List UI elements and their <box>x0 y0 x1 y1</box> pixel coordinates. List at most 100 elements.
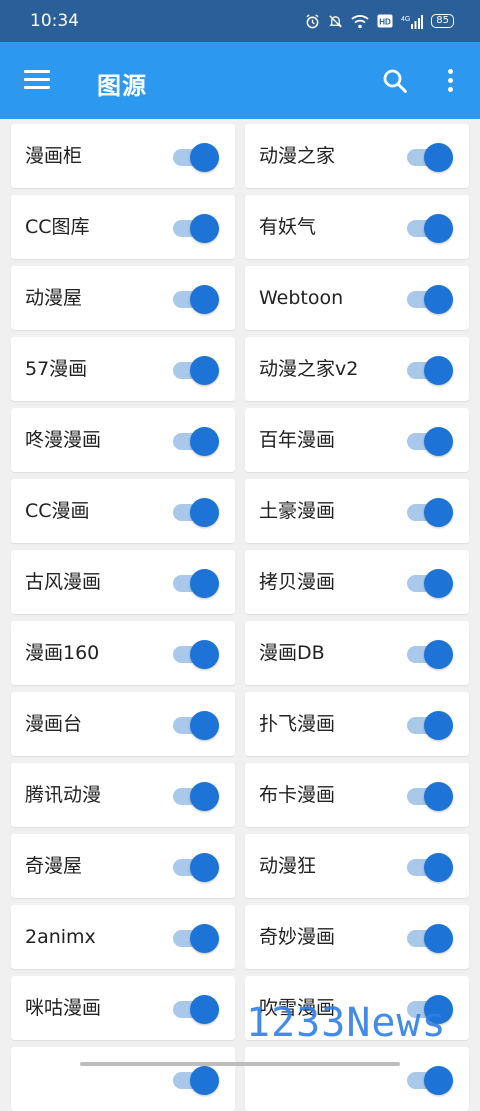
source-label: 咪咕漫画 <box>25 997 102 1019</box>
source-label: 咚漫漫画 <box>25 429 102 451</box>
toggle-thumb <box>424 498 453 527</box>
source-toggle[interactable] <box>173 142 219 172</box>
source-card[interactable]: 布卡漫画 <box>245 763 469 827</box>
source-card[interactable]: 有妖气 <box>245 195 469 259</box>
source-label: 拷贝漫画 <box>259 571 336 593</box>
source-label: 古风漫画 <box>25 571 102 593</box>
source-card[interactable]: 土豪漫画 <box>245 479 469 543</box>
source-grid: 漫画柜 动漫之家 CC图库 有妖气 动漫屋 Webtoon 57漫画 动漫之家v2 咚漫漫画 百年… <box>11 124 469 1111</box>
source-card[interactable]: 57漫画 <box>11 337 235 401</box>
toggle-thumb <box>190 143 219 172</box>
source-toggle[interactable] <box>407 497 453 527</box>
source-card[interactable] <box>245 1047 469 1111</box>
source-toggle[interactable] <box>407 213 453 243</box>
toggle-thumb <box>190 356 219 385</box>
source-card[interactable]: 古风漫画 <box>11 550 235 614</box>
hd-icon: HD <box>377 14 393 28</box>
source-toggle[interactable] <box>173 355 219 385</box>
source-toggle[interactable] <box>407 781 453 811</box>
source-toggle[interactable] <box>173 426 219 456</box>
source-toggle[interactable] <box>173 497 219 527</box>
source-card[interactable]: 咚漫漫画 <box>11 408 235 472</box>
source-toggle[interactable] <box>407 568 453 598</box>
source-card[interactable]: 动漫之家v2 <box>245 337 469 401</box>
toggle-thumb <box>190 995 219 1024</box>
toggle-thumb <box>190 924 219 953</box>
source-toggle[interactable] <box>407 923 453 953</box>
source-card[interactable]: 动漫狂 <box>245 834 469 898</box>
mute-icon <box>329 14 343 28</box>
source-label: 动漫狂 <box>259 855 317 877</box>
source-card[interactable]: 2animx <box>11 905 235 969</box>
wifi-icon <box>351 14 369 28</box>
source-card[interactable]: 漫画台 <box>11 692 235 756</box>
toggle-thumb <box>190 569 219 598</box>
source-toggle[interactable] <box>407 142 453 172</box>
source-label: 漫画DB <box>259 642 325 664</box>
status-bar: 10:34 HD 4G 85 <box>0 0 480 42</box>
source-toggle[interactable] <box>407 852 453 882</box>
toggle-thumb <box>424 427 453 456</box>
source-card[interactable]: 腾讯动漫 <box>11 763 235 827</box>
source-toggle[interactable] <box>173 994 219 1024</box>
page-title: 图源 <box>97 72 147 100</box>
source-toggle[interactable] <box>173 781 219 811</box>
source-card[interactable]: 动漫之家 <box>245 124 469 188</box>
source-card[interactable]: 漫画160 <box>11 621 235 685</box>
status-time: 10:34 <box>30 11 79 31</box>
more-vert-icon[interactable] <box>440 68 460 94</box>
toggle-thumb <box>190 427 219 456</box>
source-toggle[interactable] <box>407 426 453 456</box>
source-label: 2animx <box>25 926 96 948</box>
svg-text:4G: 4G <box>401 16 410 23</box>
source-toggle[interactable] <box>173 568 219 598</box>
alarm-icon <box>306 13 319 28</box>
toggle-thumb <box>424 356 453 385</box>
source-label: CC漫画 <box>25 500 90 522</box>
source-card[interactable]: 奇漫屋 <box>11 834 235 898</box>
source-label: 57漫画 <box>25 358 88 380</box>
source-toggle[interactable] <box>407 284 453 314</box>
source-label: 布卡漫画 <box>259 784 336 806</box>
source-card[interactable]: 奇妙漫画 <box>245 905 469 969</box>
source-card[interactable]: 拷贝漫画 <box>245 550 469 614</box>
home-indicator[interactable] <box>80 1062 400 1066</box>
source-label: 百年漫画 <box>259 429 336 451</box>
source-toggle[interactable] <box>407 355 453 385</box>
source-card[interactable]: CC漫画 <box>11 479 235 543</box>
toggle-thumb <box>190 782 219 811</box>
source-toggle[interactable] <box>173 284 219 314</box>
source-label: 腾讯动漫 <box>25 784 102 806</box>
source-card[interactable]: Webtoon <box>245 266 469 330</box>
toggle-thumb <box>190 285 219 314</box>
source-toggle[interactable] <box>173 710 219 740</box>
toggle-thumb <box>190 498 219 527</box>
source-toggle[interactable] <box>173 923 219 953</box>
source-toggle[interactable] <box>173 213 219 243</box>
menu-icon[interactable] <box>24 70 50 90</box>
status-icons: HD 4G 85 <box>305 13 454 29</box>
source-toggle[interactable] <box>407 1065 453 1095</box>
source-card[interactable]: 漫画DB <box>245 621 469 685</box>
source-card[interactable]: 扑飞漫画 <box>245 692 469 756</box>
svg-text:HD: HD <box>379 18 391 27</box>
toggle-thumb <box>190 1066 219 1095</box>
source-toggle[interactable] <box>173 639 219 669</box>
search-icon[interactable] <box>382 68 408 94</box>
source-card[interactable]: 动漫屋 <box>11 266 235 330</box>
source-label: 动漫之家 <box>259 145 336 167</box>
source-label: 奇漫屋 <box>25 855 83 877</box>
source-card[interactable]: CC图库 <box>11 195 235 259</box>
source-toggle[interactable] <box>407 639 453 669</box>
source-label: 漫画台 <box>25 713 83 735</box>
source-card[interactable]: 咪咕漫画 <box>11 976 235 1040</box>
source-toggle[interactable] <box>173 1065 219 1095</box>
source-card[interactable]: 漫画柜 <box>11 124 235 188</box>
source-card[interactable] <box>11 1047 235 1111</box>
source-toggle[interactable] <box>407 710 453 740</box>
toggle-thumb <box>190 214 219 243</box>
source-label: 土豪漫画 <box>259 500 336 522</box>
source-toggle[interactable] <box>173 852 219 882</box>
source-label: 扑飞漫画 <box>259 713 336 735</box>
source-card[interactable]: 百年漫画 <box>245 408 469 472</box>
